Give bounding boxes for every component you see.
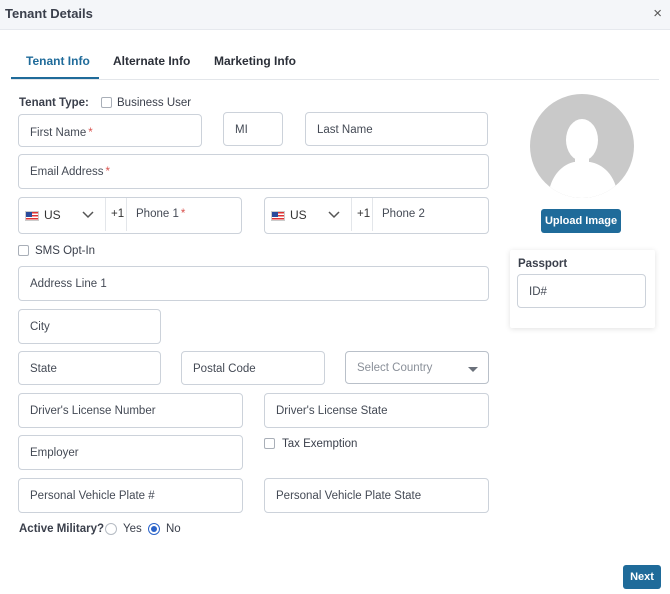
sms-opt-in-checkbox[interactable] [18,245,29,256]
state-input[interactable]: State [18,351,161,385]
drivers-license-state-input[interactable]: Driver's License State [264,393,489,428]
phone2-placeholder: Phone 2 [382,208,425,220]
vehicle-plate-placeholder: Personal Vehicle Plate # [30,490,155,502]
divider [351,198,352,231]
middle-initial-placeholder: MI [235,124,248,136]
avatar [530,94,634,198]
postal-code-input[interactable]: Postal Code [181,351,325,385]
first-name-input[interactable]: First Name * [18,114,202,147]
divider [105,198,106,231]
passport-id-placeholder: ID# [529,286,547,298]
passport-card: Passport ID# [510,250,655,328]
tax-exemption-label: Tax Exemption [282,438,358,450]
required-mark: * [88,127,93,139]
vehicle-plate-input[interactable]: Personal Vehicle Plate # [18,478,243,513]
military-no-label: No [166,523,181,535]
close-icon[interactable]: × [653,5,662,22]
phone1-country[interactable]: US [44,208,61,222]
next-button[interactable]: Next [623,565,661,589]
us-flag-icon [271,211,285,221]
business-user-label: Business User [117,97,192,109]
active-tab-indicator [11,77,99,79]
military-yes-label: Yes [123,523,142,535]
tab-tenant-info[interactable]: Tenant Info [26,54,90,68]
dialog-title: Tenant Details [5,6,93,21]
passport-label: Passport [518,258,568,270]
phone2-field[interactable]: US +1 Phone 2 [264,197,489,234]
business-user-checkbox[interactable] [101,97,112,108]
required-mark: * [105,166,110,178]
email-field[interactable]: Email Address * [18,154,489,189]
upload-image-button[interactable]: Upload Image [541,209,621,233]
country-select[interactable]: Select Country [345,351,489,384]
sms-opt-in-label: SMS Opt-In [35,245,96,257]
chevron-down-icon[interactable] [326,207,342,224]
phone1-placeholder: Phone 1 [136,208,179,220]
vehicle-plate-state-input[interactable]: Personal Vehicle Plate State [264,478,489,513]
email-placeholder: Email Address [30,166,104,178]
caret-down-icon [468,367,478,372]
divider [126,198,127,231]
city-input[interactable]: City [18,309,161,344]
drivers-license-number-placeholder: Driver's License Number [30,405,156,417]
state-placeholder: State [30,363,57,375]
employer-placeholder: Employer [30,447,79,459]
tenant-type-label: Tenant Type: [19,97,89,109]
middle-initial-input[interactable]: MI [223,112,283,146]
postal-code-placeholder: Postal Code [193,363,256,375]
country-placeholder: Select Country [357,362,433,374]
active-military-label: Active Military? [19,523,104,535]
vehicle-plate-state-placeholder: Personal Vehicle Plate State [276,490,422,502]
required-mark: * [180,208,186,220]
address-line1-input[interactable]: Address Line 1 [18,266,489,301]
drivers-license-number-input[interactable]: Driver's License Number [18,393,243,428]
address-line1-placeholder: Address Line 1 [30,278,107,290]
phone1-dial-code: +1 [111,208,125,220]
chevron-down-icon[interactable] [80,207,96,224]
tab-bar: Tenant Info Alternate Info Marketing Inf… [11,47,659,80]
drivers-license-state-placeholder: Driver's License State [276,405,388,417]
first-name-placeholder: First Name [30,127,87,139]
person-silhouette-icon [548,119,618,198]
city-placeholder: City [30,321,50,333]
phone2-country[interactable]: US [290,208,307,222]
last-name-input[interactable]: Last Name [305,112,488,146]
phone2-dial-code: +1 [357,208,371,220]
tab-alternate-info[interactable]: Alternate Info [113,54,190,68]
tax-exemption-checkbox[interactable] [264,438,275,449]
divider [372,198,373,231]
military-yes-radio[interactable] [105,523,117,535]
passport-id-input[interactable]: ID# [517,274,646,308]
employer-input[interactable]: Employer [18,435,243,470]
military-no-radio[interactable] [148,523,160,535]
dialog-header: Tenant Details × [0,0,670,30]
tab-marketing-info[interactable]: Marketing Info [214,54,296,68]
last-name-placeholder: Last Name [317,124,373,136]
phone1-field[interactable]: US +1 Phone 1 * [18,197,242,234]
us-flag-icon [25,211,39,221]
